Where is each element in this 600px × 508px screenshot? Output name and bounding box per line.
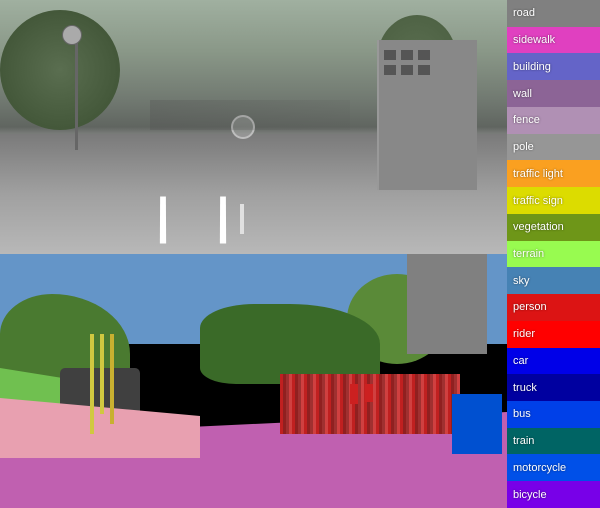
legend-label-road: road xyxy=(513,7,535,19)
legend-label-traffic_sign: traffic sign xyxy=(513,195,563,207)
legend-label-wall: wall xyxy=(513,88,532,100)
legend-item-wall: wall xyxy=(507,80,600,107)
legend-label-person: person xyxy=(513,301,547,313)
legend-label-pole: pole xyxy=(513,141,534,153)
legend-label-motorcycle: motorcycle xyxy=(513,462,566,474)
legend-label-car: car xyxy=(513,355,528,367)
photo-building xyxy=(377,40,477,190)
photo-sign xyxy=(62,25,82,45)
photo-window xyxy=(401,65,413,75)
legend-label-truck: truck xyxy=(513,382,537,394)
photo-tree-left xyxy=(0,10,120,130)
segmentation-area xyxy=(0,254,507,508)
seg-motorcycle xyxy=(452,394,502,454)
legend-item-building: building xyxy=(507,53,600,80)
legend-item-car: car xyxy=(507,348,600,375)
legend-item-fence: fence xyxy=(507,107,600,134)
legend-label-terrain: terrain xyxy=(513,248,544,260)
seg-pole-3 xyxy=(110,334,114,424)
seg-building xyxy=(407,254,487,354)
left-panel xyxy=(0,0,507,508)
legend-label-sky: sky xyxy=(513,275,530,287)
legend-label-building: building xyxy=(513,61,551,73)
photo-building-windows xyxy=(384,50,430,75)
photo-area xyxy=(0,0,507,254)
legend-label-bus: bus xyxy=(513,408,531,420)
legend-item-rider: rider xyxy=(507,321,600,348)
road-line-left xyxy=(160,196,166,243)
seg-pole-2 xyxy=(100,334,104,414)
legend-panel: road sidewalk building wall fence pole traffic… xyxy=(507,0,600,508)
seg-person-2 xyxy=(365,384,373,402)
legend-item-bicycle: bicycle xyxy=(507,481,600,508)
legend-item-traffic_light: traffic light xyxy=(507,160,600,187)
photo-background-people xyxy=(150,100,350,130)
legend-item-sky: sky xyxy=(507,267,600,294)
legend-label-fence: fence xyxy=(513,114,540,126)
legend-label-traffic_light: traffic light xyxy=(513,168,563,180)
legend-item-truck: truck xyxy=(507,374,600,401)
legend-item-sidewalk: sidewalk xyxy=(507,27,600,54)
seg-person-1 xyxy=(350,384,358,404)
segmentation-canvas xyxy=(0,254,507,508)
road-dashes xyxy=(240,204,244,234)
legend-item-train: train xyxy=(507,428,600,455)
legend-label-sidewalk: sidewalk xyxy=(513,34,555,46)
seg-vegetation-detail xyxy=(280,374,460,434)
legend-item-bus: bus xyxy=(507,401,600,428)
legend-item-traffic_sign: traffic sign xyxy=(507,187,600,214)
seg-vegetation-mid xyxy=(200,304,380,384)
legend-label-rider: rider xyxy=(513,328,535,340)
photo-sign-pole xyxy=(75,30,78,150)
legend-label-vegetation: vegetation xyxy=(513,221,564,233)
photo-window xyxy=(384,50,396,60)
legend-label-bicycle: bicycle xyxy=(513,489,547,501)
legend-label-train: train xyxy=(513,435,534,447)
photo-window xyxy=(418,50,430,60)
road-line-right xyxy=(220,196,226,243)
legend-item-person: person xyxy=(507,294,600,321)
legend-item-pole: pole xyxy=(507,134,600,161)
photo-window xyxy=(418,65,430,75)
photo-window xyxy=(384,65,396,75)
legend-item-motorcycle: motorcycle xyxy=(507,454,600,481)
legend-item-vegetation: vegetation xyxy=(507,214,600,241)
legend-item-road: road xyxy=(507,0,600,27)
photo-window xyxy=(401,50,413,60)
legend-item-terrain: terrain xyxy=(507,241,600,268)
seg-pole-1 xyxy=(90,334,94,434)
